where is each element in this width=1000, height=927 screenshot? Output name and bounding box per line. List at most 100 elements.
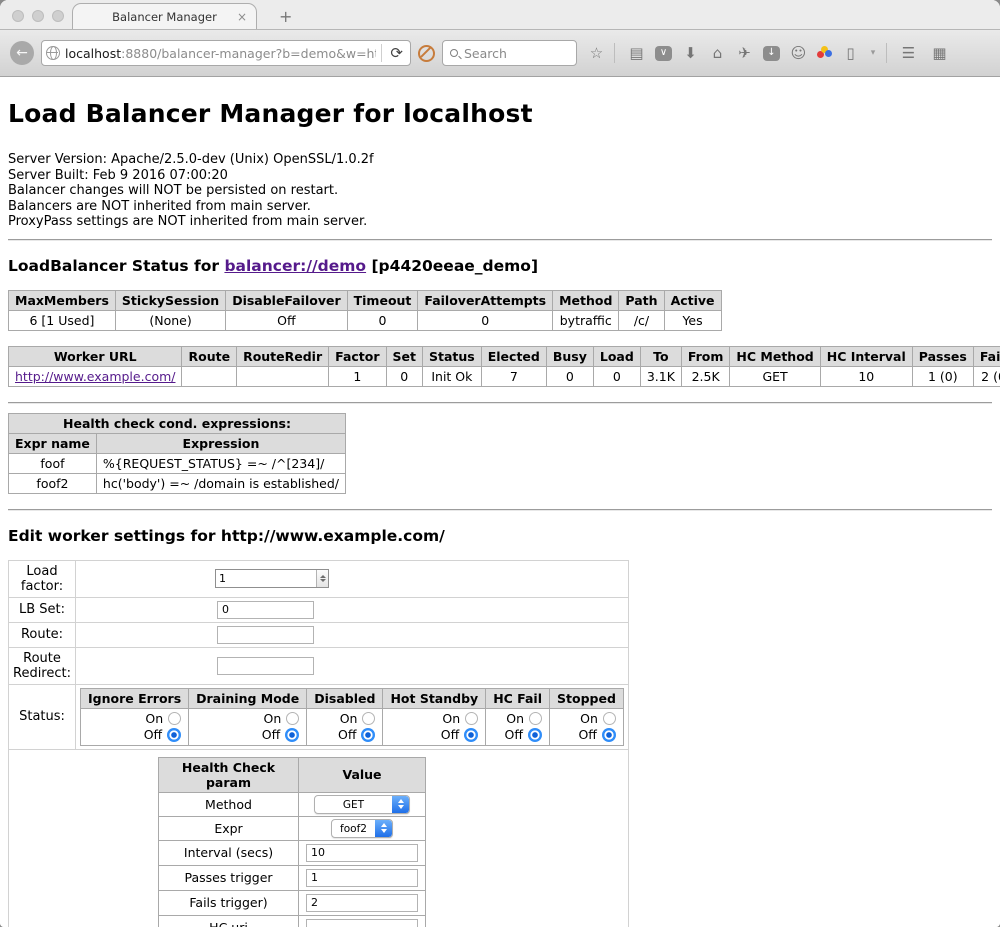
bookmark-star-icon[interactable]: ☆ xyxy=(588,46,605,61)
toolbar-icon-group: ▤ ∨ ⬇ ⌂ ✈ ↓ ☺ ▯ ▾ xyxy=(628,46,877,61)
off-radio-button[interactable] xyxy=(285,728,299,742)
tab-balancer-manager[interactable]: Balancer Manager × xyxy=(72,3,257,29)
close-tab-icon[interactable]: × xyxy=(237,10,247,24)
column-header: Set xyxy=(386,346,422,366)
url-bar[interactable]: localhost:8880/balancer-manager?b=demo&w… xyxy=(41,40,411,66)
window-controls[interactable] xyxy=(12,10,64,22)
on-radio-button[interactable] xyxy=(168,712,181,725)
table-cell: (None) xyxy=(115,310,225,330)
off-radio-button[interactable] xyxy=(602,728,616,742)
zoom-window-button[interactable] xyxy=(52,10,64,22)
on-radio-button[interactable] xyxy=(465,712,478,725)
table-cell: Yes xyxy=(664,310,721,330)
radio-label: Off xyxy=(578,727,596,742)
server-info-line: ProxyPass settings are NOT inherited fro… xyxy=(8,214,992,230)
table-row: http://www.example.com/10Init Ok7003.1K2… xyxy=(9,366,1000,386)
server-info-line: Server Version: Apache/2.5.0-dev (Unix) … xyxy=(8,152,992,168)
status-label: Status: xyxy=(9,684,76,749)
radio-label: On xyxy=(340,711,358,726)
reload-icon[interactable]: ⟳ xyxy=(387,44,406,62)
stepper-up-icon[interactable] xyxy=(320,575,326,578)
toolbar-divider xyxy=(886,43,887,63)
off-radio-button[interactable] xyxy=(464,728,478,742)
radio-option: On xyxy=(390,711,478,727)
radio-option: On xyxy=(88,711,181,727)
table-cell: 0 xyxy=(593,366,640,386)
status-radio-cell: OnOff xyxy=(307,708,383,745)
radio-label: Off xyxy=(144,727,162,742)
load-factor-input[interactable]: 1 xyxy=(215,569,329,588)
search-input[interactable]: Search xyxy=(442,40,577,66)
divider xyxy=(8,509,992,511)
minimize-window-button[interactable] xyxy=(32,10,44,22)
table-cell: 0 xyxy=(418,310,553,330)
content-blocked-icon[interactable] xyxy=(418,45,435,62)
home-icon[interactable]: ⌂ xyxy=(709,46,726,61)
feedback-smiley-icon[interactable]: ☺ xyxy=(790,46,807,61)
radio-label: Off xyxy=(262,727,280,742)
form-field-value: 1 xyxy=(76,560,629,597)
worker-url-link[interactable]: http://www.example.com/ xyxy=(15,369,175,384)
expr-select[interactable]: foof2 xyxy=(331,819,393,838)
navigation-toolbar: ← localhost:8880/balancer-manager?b=demo… xyxy=(0,30,1000,77)
column-header: RouteRedir xyxy=(237,346,329,366)
status-value-cell: Ignore ErrorsDraining ModeDisabledHot St… xyxy=(76,684,629,749)
downloads-icon[interactable]: ⬇ xyxy=(682,46,699,61)
colors-icon[interactable] xyxy=(817,46,832,61)
hc-param-input[interactable] xyxy=(306,919,418,927)
hc-param-value: foof2 xyxy=(299,816,426,840)
battery-icon[interactable]: ▯ xyxy=(842,46,859,61)
column-header: Factor xyxy=(329,346,386,366)
on-radio-button[interactable] xyxy=(362,712,375,725)
column-header: Elected xyxy=(481,346,546,366)
on-radio-button[interactable] xyxy=(286,712,299,725)
select-value: GET xyxy=(315,796,392,813)
url-text[interactable]: localhost:8880/balancer-manager?b=demo&w… xyxy=(65,46,376,61)
hc-param-input[interactable] xyxy=(306,869,418,887)
send-tab-icon[interactable]: ✈ xyxy=(736,46,753,61)
on-radio-button[interactable] xyxy=(603,712,616,725)
on-radio-button[interactable] xyxy=(529,712,542,725)
form-text-input[interactable] xyxy=(217,657,314,675)
lb-status-heading: LoadBalancer Status for balancer://demo … xyxy=(8,257,992,275)
lb-status-heading-suffix: [p4420eeae_demo] xyxy=(366,257,538,275)
menu-icon[interactable]: ☰ xyxy=(900,46,917,61)
hc-param-row: Exprfoof2 xyxy=(159,816,426,840)
method-select[interactable]: GET xyxy=(314,795,410,814)
lb-status-heading-prefix: LoadBalancer Status for xyxy=(8,257,224,275)
table-cell: 1 xyxy=(329,366,386,386)
health-check-params-cell: Health Check paramValue MethodGETExprfoo… xyxy=(9,749,629,927)
number-stepper[interactable] xyxy=(316,570,328,587)
table-cell: 0 xyxy=(347,310,418,330)
pocket-icon[interactable]: ∨ xyxy=(655,46,672,61)
status-column-header: Draining Mode xyxy=(189,688,307,708)
hc-param-value xyxy=(299,890,426,915)
back-button[interactable]: ← xyxy=(10,41,34,65)
hc-param-input[interactable] xyxy=(306,844,418,862)
overflow-caret-icon[interactable]: ▾ xyxy=(869,49,877,58)
app-grid-icon[interactable]: ▦ xyxy=(931,46,948,61)
form-field-value xyxy=(76,622,629,647)
hc-param-input[interactable] xyxy=(306,894,418,912)
off-radio-button[interactable] xyxy=(167,728,181,742)
expr-name-cell: foof xyxy=(9,453,97,473)
radio-label: On xyxy=(580,711,598,726)
off-radio-button[interactable] xyxy=(528,728,542,742)
hc-param-value xyxy=(299,915,426,927)
column-header: Route xyxy=(182,346,237,366)
radio-option: Off xyxy=(314,727,375,743)
download-box-icon[interactable]: ↓ xyxy=(763,46,780,61)
form-text-input[interactable] xyxy=(217,626,314,644)
off-radio-button[interactable] xyxy=(361,728,375,742)
server-info-line: Balancer changes will NOT be persisted o… xyxy=(8,183,992,199)
hc-param-label: Interval (secs) xyxy=(159,840,299,865)
new-tab-button[interactable]: + xyxy=(273,7,298,29)
health-check-param-table: Health Check paramValue MethodGETExprfoo… xyxy=(158,757,426,927)
hc-param-row: HC uri xyxy=(159,915,426,927)
form-text-input[interactable] xyxy=(217,601,314,619)
clipboard-icon[interactable]: ▤ xyxy=(628,46,645,61)
stepper-down-icon[interactable] xyxy=(320,579,326,582)
balancer-demo-link[interactable]: balancer://demo xyxy=(224,257,366,275)
close-window-button[interactable] xyxy=(12,10,24,22)
status-column-header: Disabled xyxy=(307,688,383,708)
